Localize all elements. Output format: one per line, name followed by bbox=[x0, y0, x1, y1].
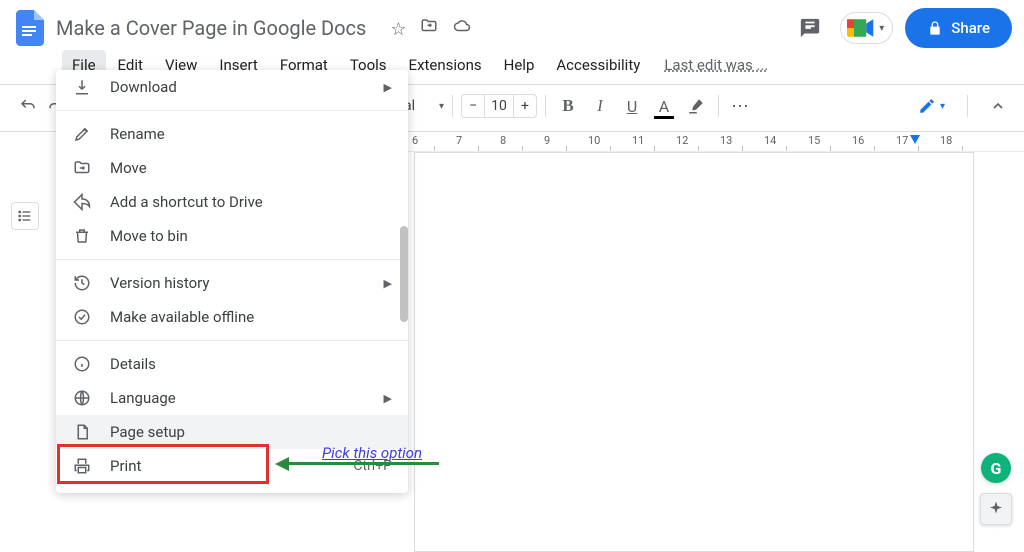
last-edit-link[interactable]: Last edit was ... bbox=[664, 56, 768, 74]
font-size-increase[interactable]: + bbox=[514, 98, 536, 114]
move-folder-icon[interactable] bbox=[420, 17, 438, 35]
editing-mode-button[interactable]: ▾ bbox=[912, 93, 951, 119]
trash-icon bbox=[72, 226, 92, 246]
file-menu-download[interactable]: Download ▶ bbox=[56, 70, 408, 104]
file-menu-shortcut[interactable]: Add a shortcut to Drive bbox=[56, 185, 408, 219]
undo-icon[interactable] bbox=[14, 92, 42, 120]
info-icon bbox=[72, 354, 92, 374]
explore-button[interactable] bbox=[980, 493, 1012, 525]
file-menu-version-history[interactable]: Version history ▶ bbox=[56, 266, 408, 300]
print-icon bbox=[72, 456, 92, 476]
underline-icon[interactable]: U bbox=[618, 92, 646, 120]
download-icon bbox=[72, 77, 92, 97]
file-menu-rename[interactable]: Rename bbox=[56, 117, 408, 151]
file-menu-move-to-bin[interactable]: Move to bin bbox=[56, 219, 408, 253]
bottom-right-floating: G bbox=[980, 453, 1012, 525]
document-outline-button[interactable] bbox=[11, 202, 39, 230]
document-page[interactable] bbox=[414, 152, 974, 552]
star-icon[interactable]: ☆ bbox=[390, 19, 406, 40]
font-size-value[interactable]: 10 bbox=[484, 95, 514, 117]
submenu-arrow-icon: ▶ bbox=[384, 392, 392, 405]
annotation-arrow-shaft bbox=[289, 462, 439, 465]
cloud-saved-icon[interactable] bbox=[452, 17, 472, 35]
font-size-decrease[interactable]: − bbox=[462, 98, 484, 114]
collapse-toolbar-icon[interactable] bbox=[984, 92, 1012, 120]
share-button-label: Share bbox=[951, 19, 990, 37]
font-size-control: − 10 + bbox=[461, 94, 537, 118]
menu-help[interactable]: Help bbox=[494, 50, 545, 80]
annotation-text: Pick this option bbox=[322, 444, 422, 462]
bold-icon[interactable]: B bbox=[554, 92, 582, 120]
submenu-arrow-icon: ▶ bbox=[384, 81, 392, 94]
comment-history-icon[interactable] bbox=[792, 10, 828, 46]
grammarly-icon[interactable]: G bbox=[981, 453, 1011, 483]
file-menu-offline[interactable]: Make available offline bbox=[56, 300, 408, 334]
submenu-arrow-icon: ▶ bbox=[384, 277, 392, 290]
header-right-actions: ▾ Share bbox=[792, 8, 1012, 48]
document-title[interactable]: Make a Cover Page in Google Docs bbox=[56, 16, 366, 40]
toolbar-more-icon[interactable]: ⋯ bbox=[727, 92, 755, 120]
text-color-icon[interactable]: A bbox=[650, 92, 678, 120]
docs-logo[interactable] bbox=[12, 10, 48, 46]
rename-icon bbox=[72, 124, 92, 144]
dropdown-scrollbar[interactable] bbox=[400, 226, 408, 322]
meet-button[interactable]: ▾ bbox=[840, 12, 893, 44]
file-menu-move[interactable]: Move bbox=[56, 151, 408, 185]
menu-extensions[interactable]: Extensions bbox=[399, 50, 492, 80]
file-menu-language[interactable]: Language ▶ bbox=[56, 381, 408, 415]
shortcut-icon bbox=[72, 192, 92, 212]
history-icon bbox=[72, 273, 92, 293]
highlight-color-icon[interactable] bbox=[682, 92, 710, 120]
globe-icon bbox=[72, 388, 92, 408]
annotation-arrow-head-icon bbox=[275, 457, 289, 471]
title-area: Make a Cover Page in Google Docs ☆ bbox=[56, 16, 472, 40]
file-menu-details[interactable]: Details bbox=[56, 347, 408, 381]
file-menu-dropdown: Download ▶ Rename Move Add a shortcut to… bbox=[56, 70, 408, 493]
left-rail bbox=[0, 152, 50, 552]
ruler-right-indent-marker[interactable] bbox=[909, 134, 921, 146]
page-setup-icon bbox=[72, 422, 92, 442]
move-icon bbox=[72, 158, 92, 178]
header-bar: Make a Cover Page in Google Docs ☆ ▾ Sha… bbox=[0, 0, 1024, 52]
offline-icon bbox=[72, 307, 92, 327]
font-family-select[interactable]: al bbox=[404, 98, 444, 114]
menu-accessibility[interactable]: Accessibility bbox=[546, 50, 650, 80]
italic-icon[interactable]: I bbox=[586, 92, 614, 120]
chevron-down-icon: ▾ bbox=[940, 101, 945, 112]
share-button[interactable]: Share bbox=[905, 8, 1012, 48]
